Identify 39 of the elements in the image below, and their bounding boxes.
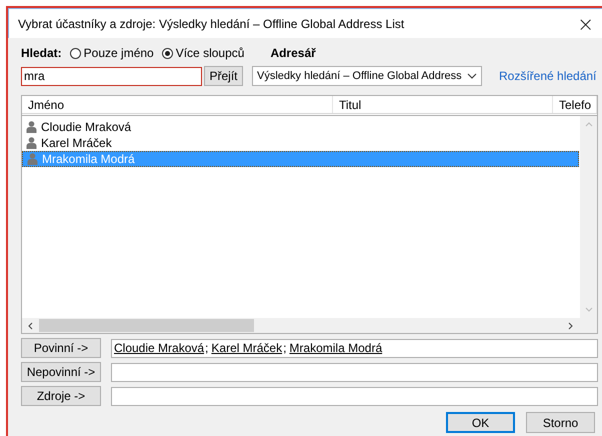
separator: ; [283,341,286,355]
dialog-button[interactable]: Storno [526,412,595,433]
recipient-name: Mrakomila Modrá [289,341,382,355]
column-header[interactable]: Titul [333,96,553,113]
radio-label[interactable]: Více sloupců [176,46,244,60]
search-label: Hledat: [21,46,62,60]
recipient-name: Cloudie Mraková [114,341,204,355]
list-row[interactable]: Karel Mráček [22,135,579,151]
advanced-search-link[interactable]: Rozšířené hledání [499,69,596,83]
scroll-down-icon [584,307,592,312]
address-book-label: Adresář [270,46,316,60]
window-title: Vybrat účastníky a zdroje: Výsledky hledání – Offline Global Address List [18,16,406,30]
address-book-dropdown[interactable]: Výsledky hledání – Offline Global Address [252,66,482,86]
scrollbar-thumb[interactable] [39,319,254,332]
person-icon [26,121,37,133]
radio-label[interactable]: Pouze jméno [84,46,154,60]
column-header[interactable]: Jméno [22,96,333,113]
dialog-button[interactable]: OK [446,412,515,433]
scroll-left-icon [28,322,33,330]
recipient-field[interactable] [111,362,598,382]
search-field[interactable]: mra [21,66,202,86]
person-icon [27,153,38,165]
close-button[interactable]: × [575,14,596,34]
go-button[interactable]: Přejít [204,66,243,86]
recipient-field[interactable]: Cloudie Mraková; Karel Mráček; Mrakomila Modrá [111,338,598,358]
separator: ; [205,341,208,355]
recipient-name: Karel Mráček [211,341,282,355]
radio-button[interactable] [162,48,173,58]
recipient-button[interactable]: Zdroje -> [21,386,101,406]
column-header[interactable]: Telefo [553,96,597,113]
list-row[interactable]: Cloudie Mraková [22,119,579,135]
chevron-icon [467,73,477,79]
radio-button[interactable] [70,48,81,58]
recipient-field[interactable] [111,386,598,406]
recipient-button[interactable]: Nepovinní -> [21,362,101,382]
scroll-up-icon [584,122,592,127]
recipient-button[interactable]: Povinní -> [21,338,101,358]
person-icon [26,137,37,149]
scroll-right-icon [568,322,573,330]
